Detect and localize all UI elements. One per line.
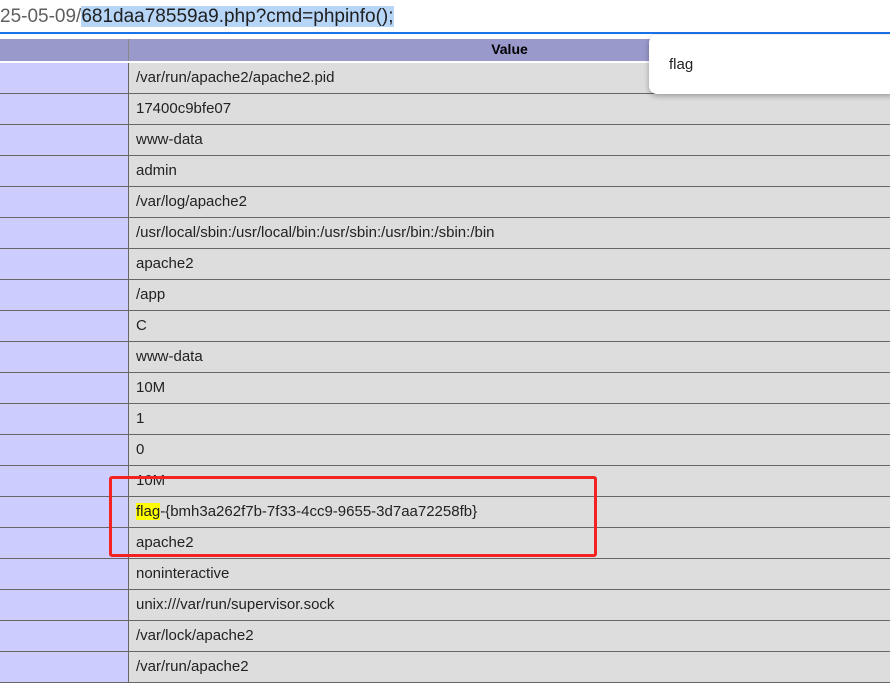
value-cell: apache2 (129, 249, 890, 280)
variable-name-cell (0, 590, 129, 621)
variable-name-cell (0, 652, 129, 683)
table-row: www-data (0, 342, 890, 373)
table-row: /app (0, 280, 890, 311)
value-cell: unix:///var/run/supervisor.sock (129, 590, 890, 621)
variable-name-cell (0, 280, 129, 311)
variable-name-cell (0, 249, 129, 280)
value-cell: C (129, 311, 890, 342)
phpinfo-table: Value /var/run/apache2/apache2.pid 17400c… (0, 37, 890, 689)
table-row: www-data (0, 125, 890, 156)
url-prefix: 25-05-09/ (0, 6, 82, 27)
variable-name-cell (0, 311, 129, 342)
url-text[interactable]: 25-05-09/681daa78559a9.php?cmd=phpinfo()… (0, 6, 394, 28)
variable-name-cell (0, 187, 129, 218)
value-cell: 1 (129, 404, 890, 435)
table-row: C (0, 311, 890, 342)
table-row: 10M (0, 373, 890, 404)
variable-name-cell (0, 404, 129, 435)
value-cell: /app (129, 280, 890, 311)
table-row: noninteractive (0, 559, 890, 590)
value-cell: 10M (129, 373, 890, 404)
table-row: admin (0, 156, 890, 187)
table-row: /var/lock/apache2 (0, 621, 890, 652)
variable-name-cell (0, 63, 129, 94)
table-row: 17400c9bfe07 (0, 94, 890, 125)
value-cell: www-data (129, 342, 890, 373)
value-cell: /var/run/apache2 (129, 652, 890, 683)
variable-name-cell (0, 218, 129, 249)
value-cell: 17400c9bfe07 (129, 94, 890, 125)
variable-name-cell (0, 559, 129, 590)
variable-name-cell (0, 435, 129, 466)
value-cell: /var/log/apache2 (129, 187, 890, 218)
variable-name-cell (0, 125, 129, 156)
value-cell: /usr/local/sbin:/usr/local/bin:/usr/sbin… (129, 218, 890, 249)
value-cell: admin (129, 156, 890, 187)
value-cell: noninteractive (129, 559, 890, 590)
annotation-highlight-box (109, 476, 597, 557)
find-input[interactable]: flag (669, 56, 693, 73)
address-bar[interactable]: 25-05-09/681daa78559a9.php?cmd=phpinfo()… (0, 0, 890, 34)
table-row: 1 (0, 404, 890, 435)
table-row: apache2 (0, 249, 890, 280)
variable-name-cell (0, 373, 129, 404)
header-variable-cell (0, 39, 129, 61)
variable-name-cell (0, 156, 129, 187)
table-row: /var/run/apache2 (0, 652, 890, 683)
variable-name-cell (0, 342, 129, 373)
variable-name-cell (0, 94, 129, 125)
value-cell: www-data (129, 125, 890, 156)
table-row: 0 (0, 435, 890, 466)
variable-name-cell (0, 621, 129, 652)
table-row: /var/log/apache2 (0, 187, 890, 218)
url-selected-text: 681daa78559a9.php?cmd=phpinfo(); (81, 6, 394, 27)
table-row: /usr/local/sbin:/usr/local/bin:/usr/sbin… (0, 218, 890, 249)
table-row: unix:///var/run/supervisor.sock (0, 590, 890, 621)
find-in-page-bar[interactable]: flag (649, 35, 890, 94)
value-cell: /var/lock/apache2 (129, 621, 890, 652)
value-cell: 0 (129, 435, 890, 466)
